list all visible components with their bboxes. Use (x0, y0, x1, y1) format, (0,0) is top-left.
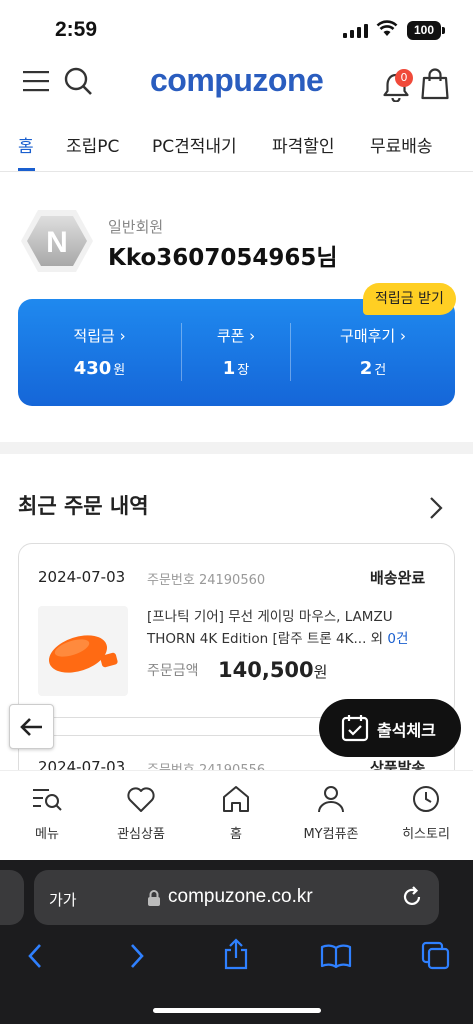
cellular-signal-icon (343, 24, 368, 38)
heart-icon (127, 787, 155, 812)
status-time: 2:59 (55, 18, 98, 41)
bottom-navigation: 메뉴 관심상품 홈 MY컴퓨존 히스토리 (0, 770, 473, 860)
order-number: 주문번호 24190560 (147, 573, 266, 588)
bookmarks-icon[interactable] (320, 943, 352, 969)
home-indicator (153, 1008, 321, 1013)
search-icon[interactable] (63, 66, 93, 96)
order-status: 배송완료 (370, 569, 426, 587)
coupon-item[interactable]: 쿠폰 › 1장 (182, 325, 290, 379)
attendance-check-button[interactable]: 출석체크 (319, 699, 461, 757)
nav-wishlist[interactable]: 관심상품 (94, 785, 188, 842)
share-icon[interactable] (222, 938, 250, 970)
arrow-left-icon (20, 718, 42, 736)
order-date: 2024-07-03 (38, 568, 126, 586)
tab-discount[interactable]: 파격할인 (272, 132, 335, 157)
points-value: 430 (73, 358, 112, 379)
tabs-icon[interactable] (421, 941, 451, 971)
forward-arrow-icon[interactable] (128, 942, 146, 970)
attendance-label: 출석체크 (377, 721, 436, 740)
tab-free-shipping[interactable]: 무료배송 (370, 132, 433, 157)
coupon-label: 쿠폰 › (216, 327, 256, 345)
member-name: Kko3607054965님 (108, 245, 338, 271)
clock-icon (413, 786, 439, 812)
category-tabs: 홈 조립PC PC견적내기 파격할인 무료배송 (0, 128, 473, 172)
person-icon (318, 786, 344, 813)
member-grade-avatar: N (21, 210, 93, 272)
wifi-icon (376, 20, 398, 36)
home-icon (223, 786, 249, 812)
cart-count-badge: 0 (395, 69, 413, 87)
avatar-letter: N (46, 226, 68, 259)
menu-search-icon (33, 789, 62, 811)
review-item[interactable]: 구매후기 › 2건 (291, 325, 455, 379)
nav-my-compuzone[interactable]: MY컴퓨존 (284, 785, 378, 842)
url-text[interactable]: compuzone.co.kr (168, 886, 313, 908)
order-amount-value: 140,500 (218, 658, 314, 682)
order-product-title: [프나틱 기어] 무선 게이밍 마우스, LAMZU THORN 4K Edit… (147, 606, 417, 650)
points-item[interactable]: 적립금 › 430 원 (18, 325, 181, 379)
back-arrow-icon[interactable] (26, 942, 44, 970)
compuzone-logo[interactable]: compuzone (150, 62, 324, 99)
product-thumbnail[interactable] (38, 606, 128, 696)
calendar-check-icon (341, 715, 369, 742)
lock-icon (148, 890, 160, 906)
previous-tab-preview[interactable] (0, 870, 24, 925)
nav-menu[interactable]: 메뉴 (0, 785, 94, 842)
hamburger-menu-icon[interactable] (23, 70, 49, 92)
points-card: 적립금 › 430 원 쿠폰 › 1장 구매후기 › 2건 (18, 299, 455, 406)
chevron-right-icon[interactable] (428, 496, 444, 520)
nav-home[interactable]: 홈 (189, 785, 283, 842)
coupon-value: 1 (222, 358, 236, 379)
nav-home-label: 홈 (230, 827, 242, 842)
order-amount-label: 주문금액 (147, 663, 199, 679)
nav-menu-label: 메뉴 (35, 827, 59, 842)
back-button[interactable] (9, 704, 54, 749)
active-tab-indicator (18, 168, 35, 171)
nav-history[interactable]: 히스토리 (379, 785, 473, 842)
points-unit: 원 (113, 363, 126, 378)
gaming-mouse-image (48, 635, 118, 673)
shopping-bag-icon[interactable] (421, 68, 449, 100)
extra-items-count: 0건 (387, 631, 409, 647)
product-name: [프나틱 기어] 무선 게이밍 마우스, LAMZU THORN 4K Edit… (147, 609, 393, 647)
reload-icon[interactable] (401, 886, 423, 908)
member-type: 일반회원 (108, 218, 164, 236)
review-unit: 건 (374, 363, 387, 378)
points-label: 적립금 › (73, 327, 126, 345)
nav-my-label: MY컴퓨존 (303, 827, 359, 842)
reader-settings-button[interactable]: 가가 (49, 889, 77, 910)
review-value: 2 (359, 358, 373, 379)
battery-nub (442, 27, 445, 34)
tab-home[interactable]: 홈 (18, 132, 34, 157)
coupon-unit: 장 (237, 363, 250, 378)
tab-custom-pc[interactable]: 조립PC (66, 132, 119, 157)
get-points-button[interactable]: 적립금 받기 (363, 283, 456, 315)
status-bar: 2:59 100 (0, 0, 473, 58)
order-amount: 140,500원 (218, 658, 327, 682)
recent-orders-title: 최근 주문 내역 (18, 494, 149, 518)
nav-history-label: 히스토리 (402, 827, 450, 842)
order-amount-unit: 원 (313, 663, 328, 681)
review-label: 구매후기 › (340, 327, 406, 345)
section-separator (0, 442, 473, 454)
nav-wishlist-label: 관심상품 (117, 827, 165, 842)
battery-icon: 100 (407, 21, 441, 40)
tab-pc-estimate[interactable]: PC견적내기 (152, 132, 237, 157)
